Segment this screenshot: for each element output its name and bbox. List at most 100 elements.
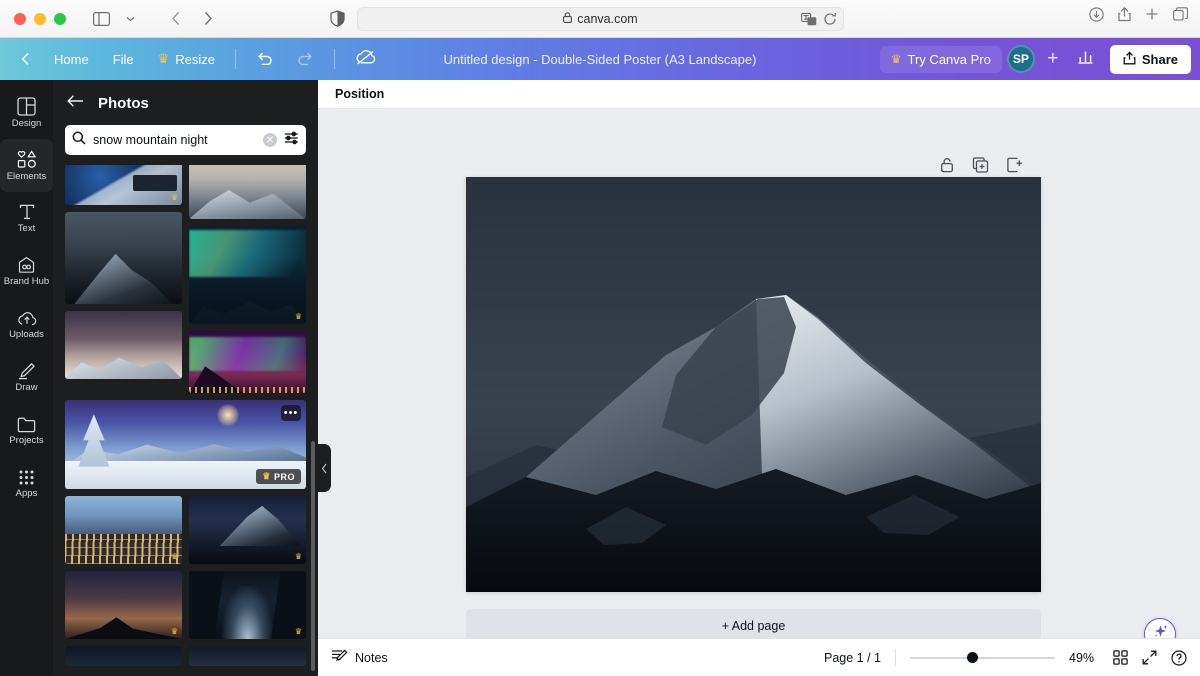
panel-scrollbar[interactable] [311, 441, 315, 671]
zoom-percentage[interactable]: 49% [1069, 651, 1099, 665]
insights-button[interactable] [1071, 45, 1101, 73]
grid-view-button[interactable] [1113, 650, 1128, 665]
zoom-slider[interactable] [910, 651, 1055, 665]
avatar[interactable]: SP [1007, 45, 1035, 73]
resize-button[interactable]: ♛ Resize [147, 45, 226, 73]
downloads-icon[interactable] [1089, 7, 1104, 27]
sidebar-item-label: Elements [7, 171, 47, 182]
pro-label: PRO [274, 472, 295, 482]
search-bar[interactable]: ✕ [65, 125, 306, 155]
sidebar-toggle-button[interactable] [88, 6, 143, 32]
sidebar-item-label: Uploads [9, 329, 44, 340]
browser-navigation[interactable] [163, 6, 221, 32]
photo-thumbnail[interactable] [65, 311, 182, 379]
add-page-icon[interactable] [1007, 157, 1023, 178]
share-button[interactable]: Share [1110, 45, 1191, 74]
sidebar-item-apps[interactable]: Apps [0, 457, 53, 510]
grid-column-left: ♛ [65, 165, 182, 393]
photo-thumbnail[interactable]: ♛ [189, 496, 306, 564]
photo-thumbnail[interactable] [65, 646, 182, 666]
search-input[interactable] [93, 133, 256, 147]
tab-overview-icon[interactable] [1173, 7, 1188, 26]
forward-chevron-icon[interactable] [195, 6, 221, 32]
position-toolbar[interactable]: Position [318, 80, 1200, 109]
chevron-down-icon[interactable] [117, 6, 143, 32]
share-icon[interactable] [1118, 6, 1131, 27]
canva-toolbar: Home File ♛ Resize [0, 38, 1200, 80]
lock-icon [563, 12, 572, 26]
address-bar-text: canva.com [577, 12, 637, 26]
elements-icon [17, 150, 37, 169]
fullscreen-button[interactable] [1142, 650, 1157, 665]
sidebar-item-design[interactable]: Design [0, 86, 53, 139]
clear-icon[interactable]: ✕ [263, 133, 277, 147]
photo-thumbnail[interactable]: ♛ [189, 571, 306, 639]
back-chevron-icon[interactable] [163, 6, 189, 32]
photo-thumbnail[interactable] [189, 165, 306, 219]
address-bar[interactable]: canva.com [357, 7, 844, 31]
page-tools[interactable] [940, 157, 1023, 178]
notes-button[interactable]: Notes [331, 648, 388, 667]
add-page-label: + Add page [722, 619, 786, 633]
brand-hub-icon [17, 256, 36, 274]
design-canvas-page-1[interactable] [466, 177, 1041, 592]
sidebar-item-elements[interactable]: Elements [0, 139, 53, 192]
panel-collapse-handle[interactable] [318, 444, 331, 492]
grid-column-right-partial [189, 646, 306, 666]
photo-thumbnail[interactable]: ♛ [189, 226, 306, 324]
browser-right-actions[interactable] [1089, 6, 1188, 27]
sidebar-item-text[interactable]: Text [0, 192, 53, 245]
window-traffic-lights[interactable] [0, 13, 66, 25]
sidebar-item-draw[interactable]: Draw [0, 351, 53, 404]
projects-icon [17, 416, 36, 433]
share-upload-icon [1123, 51, 1136, 68]
photos-panel: Photos ✕ [53, 80, 318, 676]
reload-icon[interactable] [823, 12, 837, 29]
duplicate-page-icon[interactable] [973, 157, 989, 178]
address-bar-actions[interactable] [801, 11, 837, 30]
toolbar-right-group: ♛ Try Canva Pro SP + Share [880, 45, 1191, 74]
text-icon [18, 203, 36, 221]
canvas-scroll-area[interactable]: + Add page [318, 109, 1200, 676]
page-indicator: Page 1 / 1 [824, 651, 881, 665]
bottom-toolbar: Notes Page 1 / 1 49% [318, 638, 1200, 676]
apps-icon [18, 469, 35, 486]
sidebar-item-brand-hub[interactable]: Brand Hub [0, 245, 53, 298]
notes-label: Notes [355, 651, 388, 665]
home-button[interactable]: Home [43, 46, 100, 73]
filter-sliders-icon[interactable] [284, 131, 299, 150]
photo-thumbnail[interactable] [189, 646, 306, 666]
photo-thumbnail[interactable]: ♛ [65, 571, 182, 639]
photo-results-grid[interactable]: ♛ [53, 165, 318, 676]
design-icon [17, 97, 36, 116]
redo-button[interactable] [286, 44, 325, 74]
position-label[interactable]: Position [335, 87, 384, 101]
photo-thumbnail[interactable] [189, 331, 306, 393]
photo-thumbnail[interactable]: ♛ [65, 496, 182, 564]
photo-thumbnail[interactable]: ♛ [65, 165, 182, 205]
sidebar-item-uploads[interactable]: Uploads [0, 298, 53, 351]
sidebar-toggle-icon [88, 6, 114, 32]
cloud-sync-button[interactable] [344, 43, 387, 75]
undo-button[interactable] [245, 44, 284, 74]
maximize-window-button[interactable] [54, 13, 66, 25]
plus-icon[interactable] [1145, 7, 1159, 26]
back-arrow-icon[interactable] [67, 94, 84, 113]
photo-options-button[interactable]: ••• [281, 405, 301, 421]
add-collaborator-button[interactable]: + [1040, 46, 1066, 72]
lock-icon[interactable] [940, 157, 955, 178]
sidebar-item-projects[interactable]: Projects [0, 404, 53, 457]
sidebar-item-label: Text [18, 223, 35, 234]
photo-thumbnail[interactable] [65, 212, 182, 304]
photo-thumbnail-hovered[interactable]: ••• ♛ PRO [65, 400, 306, 489]
close-window-button[interactable] [14, 13, 26, 25]
help-button[interactable] [1171, 650, 1187, 666]
toolbar-divider-2 [334, 49, 335, 69]
back-button[interactable] [10, 46, 41, 72]
translate-icon[interactable] [801, 11, 817, 30]
try-canva-pro-button[interactable]: ♛ Try Canva Pro [880, 46, 1002, 73]
zoom-slider-handle[interactable] [967, 652, 978, 663]
privacy-shield-icon[interactable] [330, 10, 345, 32]
file-menu-button[interactable]: File [102, 46, 145, 73]
minimize-window-button[interactable] [34, 13, 46, 25]
